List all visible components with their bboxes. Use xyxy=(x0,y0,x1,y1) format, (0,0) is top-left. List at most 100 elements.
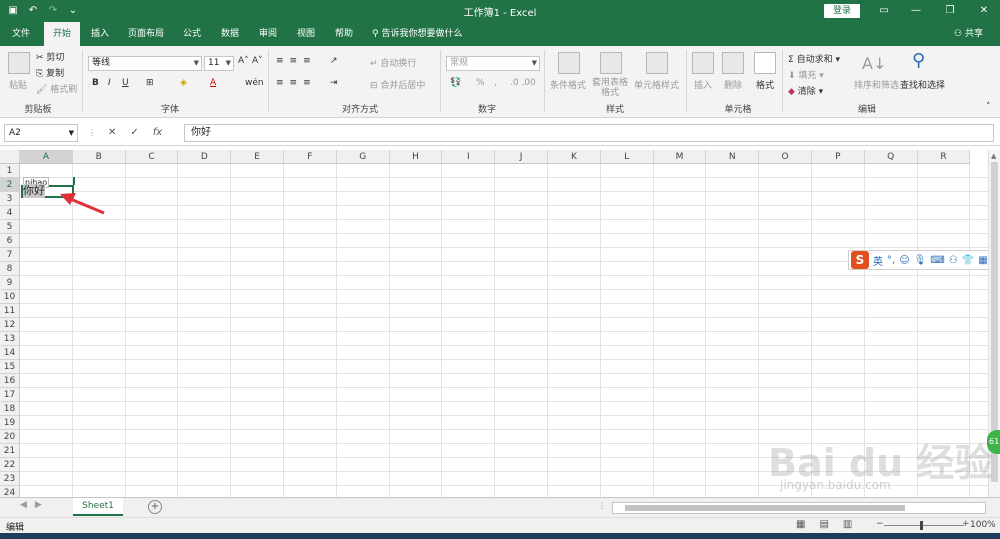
tab-home[interactable]: 开始 xyxy=(44,22,80,46)
row-header[interactable]: 14 xyxy=(0,346,20,360)
tab-view[interactable]: 视图 xyxy=(290,22,322,46)
skin-icon[interactable]: 👕 xyxy=(962,255,974,266)
font-name-select[interactable]: 等线 ▼ xyxy=(88,56,202,71)
row-header[interactable]: 13 xyxy=(0,332,20,346)
number-format-select[interactable]: 常规 ▼ xyxy=(446,56,540,71)
row-header[interactable]: 9 xyxy=(0,276,20,290)
sort-filter-button[interactable]: 排序和筛选 xyxy=(854,78,899,91)
tab-review[interactable]: 审阅 xyxy=(252,22,284,46)
conditional-format-button[interactable]: 条件格式 xyxy=(550,78,586,91)
row-header[interactable]: 15 xyxy=(0,360,20,374)
zoom-out-icon[interactable]: − xyxy=(876,519,884,529)
column-header[interactable]: G xyxy=(336,150,390,164)
bold-button[interactable]: B xyxy=(92,78,99,88)
column-header[interactable]: D xyxy=(178,150,232,164)
insert-cells-icon[interactable] xyxy=(692,52,714,74)
tab-insert[interactable]: 插入 xyxy=(84,22,116,46)
format-table-button[interactable]: 套用表格格式 xyxy=(590,78,630,98)
copy-button[interactable]: ⎘ 复制 xyxy=(36,66,64,79)
keyboard-icon[interactable]: ⌨ xyxy=(930,255,944,266)
paste-button[interactable]: 粘贴 xyxy=(9,78,27,91)
sheet-nav-arrows-icon[interactable]: ◀▶ xyxy=(20,500,50,510)
horizontal-align-icons[interactable]: ≡≡≡ xyxy=(276,78,317,88)
tab-data[interactable]: 数据 xyxy=(214,22,246,46)
tab-page-layout[interactable]: 页面布局 xyxy=(122,22,170,46)
grow-font-icon[interactable]: A˄ xyxy=(238,56,249,66)
paste-icon[interactable] xyxy=(8,52,30,74)
column-header[interactable]: P xyxy=(812,150,865,164)
login-button[interactable]: 登录 xyxy=(824,4,860,18)
italic-button[interactable]: I xyxy=(108,78,111,88)
row-header[interactable]: 23 xyxy=(0,472,20,486)
delete-cells-icon[interactable] xyxy=(722,52,744,74)
page-break-view-icon[interactable]: ▥ xyxy=(843,519,852,530)
zoom-slider[interactable] xyxy=(884,525,964,526)
row-header[interactable]: 11 xyxy=(0,304,20,318)
row-header[interactable]: 16 xyxy=(0,374,20,388)
fill-button[interactable]: ⬇ 填充 ▾ xyxy=(788,68,824,81)
share-button[interactable]: ⚇ 共享 xyxy=(954,22,983,46)
conditional-format-icon[interactable] xyxy=(558,52,580,74)
row-header[interactable]: 21 xyxy=(0,444,20,458)
zoom-in-icon[interactable]: + xyxy=(962,519,970,529)
wrap-text-button[interactable]: ↵ 自动换行 xyxy=(370,56,416,69)
column-header[interactable]: H xyxy=(389,150,443,164)
delete-cells-button[interactable]: 删除 xyxy=(724,78,742,91)
format-painter-button[interactable]: 🖌 格式刷 xyxy=(36,82,77,95)
ribbon-display-icon[interactable]: ▭ xyxy=(874,3,894,19)
font-size-select[interactable]: 11 ▼ xyxy=(204,56,234,71)
cut-button[interactable]: ✂ 剪切 xyxy=(36,50,64,63)
orientation-icon[interactable]: ↗ xyxy=(330,56,338,66)
tab-help[interactable]: 帮助 xyxy=(328,22,360,46)
format-cells-icon[interactable] xyxy=(754,52,776,74)
sheet-tab-sheet1[interactable]: Sheet1 xyxy=(73,498,123,516)
column-header[interactable]: R xyxy=(917,150,971,164)
shrink-font-icon[interactable]: A˅ xyxy=(252,56,263,66)
row-header[interactable]: 10 xyxy=(0,290,20,304)
close-icon[interactable]: ✕ xyxy=(974,3,994,19)
border-icon[interactable]: ⊞ xyxy=(146,78,154,88)
column-header[interactable]: E xyxy=(231,150,284,164)
currency-icon[interactable]: 💱 xyxy=(450,78,461,88)
collapse-ribbon-icon[interactable]: ˄ xyxy=(986,102,991,112)
comma-button[interactable]: , xyxy=(494,78,497,88)
format-cells-button[interactable]: 格式 xyxy=(756,78,774,91)
formula-input[interactable]: 你好 xyxy=(184,124,994,142)
sogou-logo-icon[interactable]: S xyxy=(851,251,869,269)
insert-cells-button[interactable]: 插入 xyxy=(694,78,712,91)
row-header[interactable]: 22 xyxy=(0,458,20,472)
column-header[interactable]: Q xyxy=(864,150,918,164)
cell-styles-icon[interactable] xyxy=(646,52,668,74)
vertical-align-icons[interactable]: ≡≡≡ xyxy=(276,56,317,66)
column-header[interactable]: N xyxy=(706,150,760,164)
enter-icon[interactable]: ✓ xyxy=(130,124,138,142)
zoom-level[interactable]: 100% xyxy=(970,520,996,530)
tell-me-box[interactable]: ⚲ 告诉我你想要做什么 xyxy=(372,22,462,46)
sort-filter-icon[interactable]: A↓ xyxy=(862,54,886,73)
horizontal-scroll-thumb[interactable] xyxy=(625,505,905,511)
merge-center-button[interactable]: ⊟ 合并后居中 xyxy=(370,78,425,91)
tab-file[interactable]: 文件 xyxy=(4,22,38,46)
tab-formulas[interactable]: 公式 xyxy=(176,22,208,46)
user-icon[interactable]: ⚇ xyxy=(949,255,958,266)
row-header[interactable]: 6 xyxy=(0,234,20,248)
zoom-slider-thumb[interactable] xyxy=(920,521,923,530)
horizontal-scrollbar[interactable] xyxy=(612,502,986,514)
row-header[interactable]: 20 xyxy=(0,430,20,444)
column-header[interactable]: M xyxy=(653,150,707,164)
row-header[interactable]: 19 xyxy=(0,416,20,430)
cell-styles-button[interactable]: 单元格样式 xyxy=(634,78,679,91)
column-header[interactable]: O xyxy=(759,150,812,164)
find-icon[interactable]: ⚲ xyxy=(912,50,925,71)
toolbox-icon[interactable]: ▦ xyxy=(978,255,987,266)
font-color-icon[interactable]: A xyxy=(210,78,216,88)
column-header[interactable]: K xyxy=(548,150,601,164)
format-table-icon[interactable] xyxy=(600,52,622,74)
column-header[interactable]: L xyxy=(600,150,654,164)
name-box[interactable]: A2 ▼ xyxy=(4,124,78,142)
row-header[interactable]: 18 xyxy=(0,402,20,416)
microphone-icon[interactable]: 🎙 xyxy=(914,255,927,266)
normal-view-icon[interactable]: ▦ xyxy=(796,519,805,530)
clear-button[interactable]: ◆ 清除 ▾ xyxy=(788,84,823,97)
minimize-icon[interactable]: — xyxy=(906,3,926,19)
